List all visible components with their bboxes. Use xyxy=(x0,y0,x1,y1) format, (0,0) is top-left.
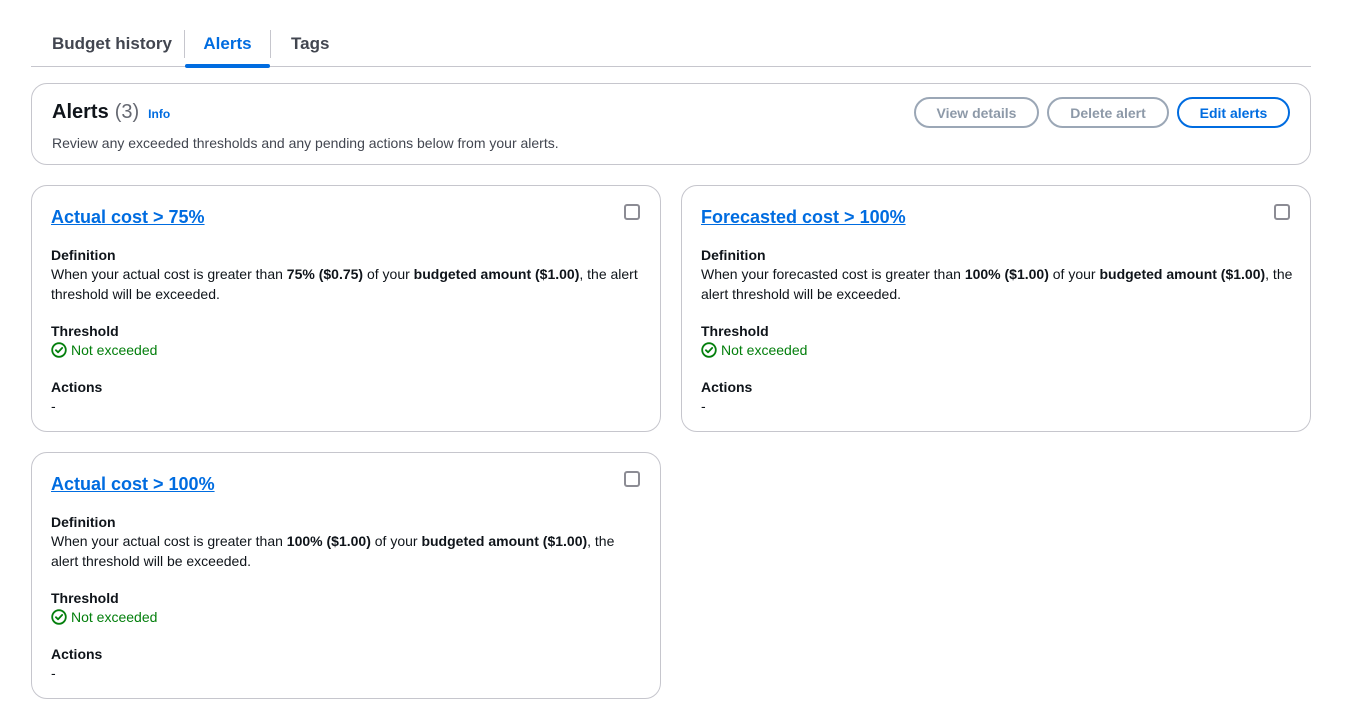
actions-value: - xyxy=(701,398,706,414)
tab-budget-history[interactable]: Budget history xyxy=(52,22,172,66)
info-link[interactable]: Info xyxy=(148,107,170,121)
threshold-status-text: Not exceeded xyxy=(71,609,158,625)
threshold-status-text: Not exceeded xyxy=(71,342,158,358)
header-description: Review any exceeded thresholds and any p… xyxy=(52,135,559,151)
delete-alert-button[interactable]: Delete alert xyxy=(1047,97,1169,128)
threshold-status-text: Not exceeded xyxy=(721,342,808,358)
threshold-status: Not exceeded xyxy=(51,342,157,358)
check-circle-icon xyxy=(701,342,717,358)
threshold-status: Not exceeded xyxy=(701,342,807,358)
alerts-count: (3) xyxy=(114,101,140,123)
page-title: Alerts xyxy=(52,101,109,123)
threshold-label: Threshold xyxy=(701,323,769,339)
tab-divider xyxy=(270,30,271,58)
alert-card: Actual cost > 75% Definition When your a… xyxy=(31,185,661,432)
definition-text: When your actual cost is greater than 10… xyxy=(51,533,615,569)
check-circle-icon xyxy=(51,342,67,358)
tab-tags[interactable]: Tags xyxy=(291,22,329,66)
definition-label: Definition xyxy=(701,247,766,263)
alert-select-checkbox[interactable] xyxy=(624,471,640,487)
alert-title-link[interactable]: Forecasted cost > 100% xyxy=(701,207,906,228)
definition-text: When your forecasted cost is greater tha… xyxy=(701,266,1293,302)
threshold-status: Not exceeded xyxy=(51,609,157,625)
view-details-button[interactable]: View details xyxy=(914,97,1039,128)
tab-bar: Budget history Alerts Tags xyxy=(31,22,1311,68)
alert-card: Actual cost > 100% Definition When your … xyxy=(31,452,661,699)
threshold-label: Threshold xyxy=(51,590,119,606)
alert-title-link[interactable]: Actual cost > 75% xyxy=(51,207,205,228)
actions-label: Actions xyxy=(701,379,753,395)
actions-label: Actions xyxy=(51,379,103,395)
alert-card: Forecasted cost > 100% Definition When y… xyxy=(681,185,1311,432)
alerts-header-title-row: Alerts (3) Info xyxy=(52,101,170,124)
actions-value: - xyxy=(51,398,56,414)
alert-select-checkbox[interactable] xyxy=(624,204,640,220)
definition-label: Definition xyxy=(51,514,116,530)
alert-select-checkbox[interactable] xyxy=(1274,204,1290,220)
edit-alerts-button[interactable]: Edit alerts xyxy=(1177,97,1290,128)
threshold-label: Threshold xyxy=(51,323,119,339)
tab-alerts[interactable]: Alerts xyxy=(185,22,270,68)
definition-text: When your actual cost is greater than 75… xyxy=(51,266,638,302)
alerts-header-panel: Alerts (3) Info Review any exceeded thre… xyxy=(31,83,1311,165)
alert-title-link[interactable]: Actual cost > 100% xyxy=(51,474,215,495)
definition-label: Definition xyxy=(51,247,116,263)
actions-value: - xyxy=(51,665,56,681)
actions-label: Actions xyxy=(51,646,103,662)
check-circle-icon xyxy=(51,609,67,625)
